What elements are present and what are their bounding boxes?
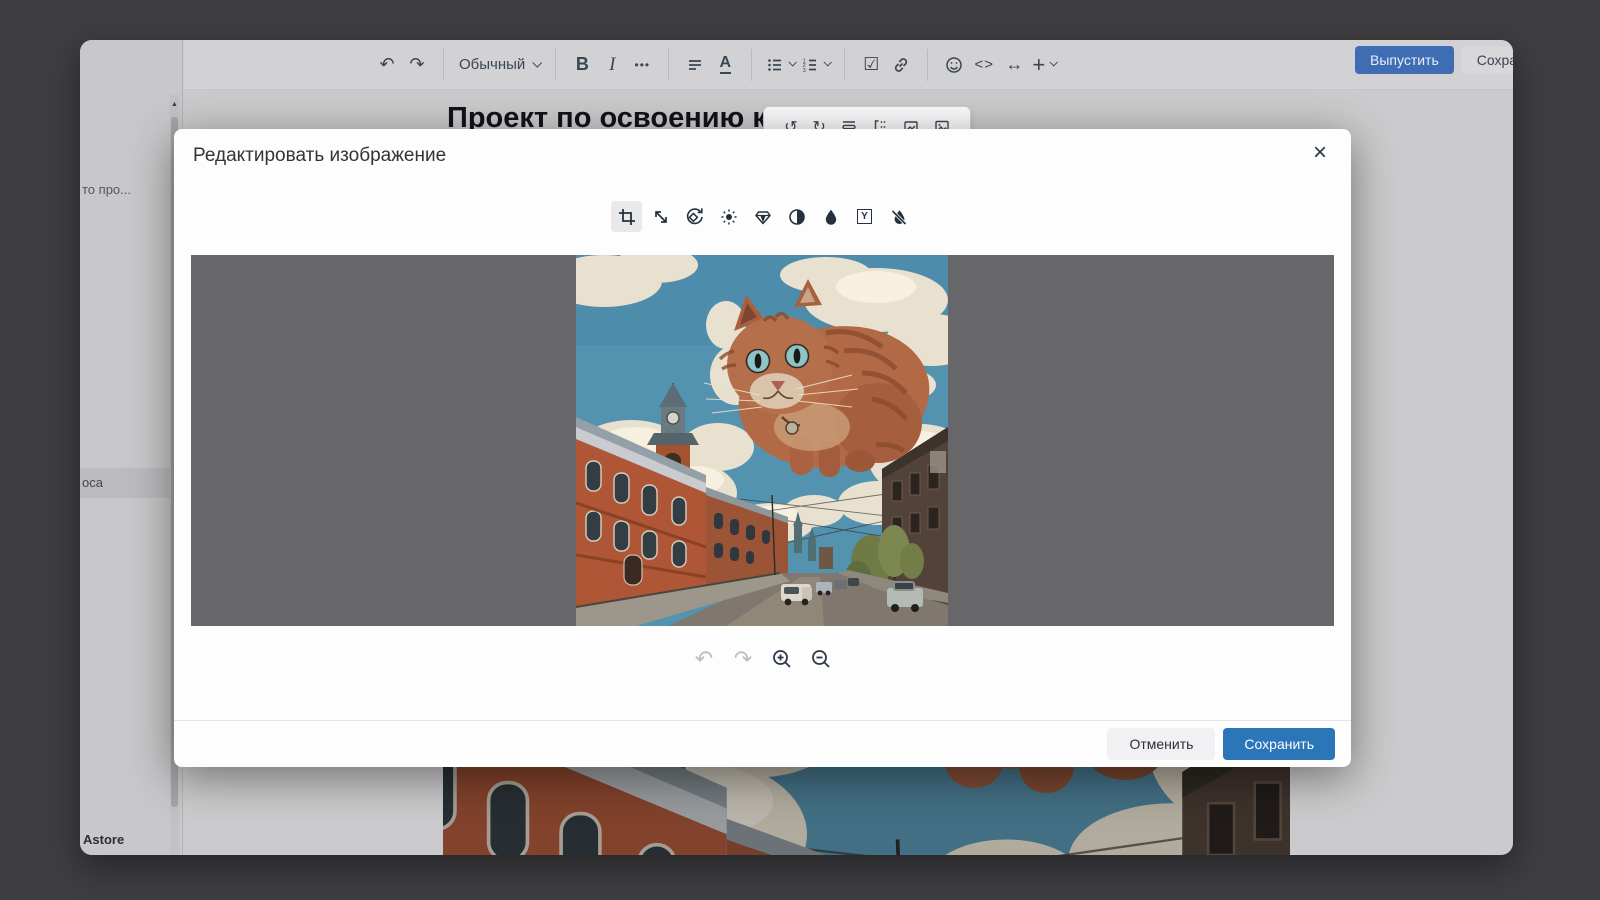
sidebar: то про... оса Astore ▲ <box>80 40 183 855</box>
numbered-list-icon: 1 2 3 <box>801 56 819 74</box>
crop-icon <box>618 208 636 226</box>
top-actions: Выпустить Сохранить <box>1355 46 1513 74</box>
zoom-out-button[interactable] <box>808 646 834 672</box>
svg-text:3: 3 <box>803 67 806 73</box>
align-button[interactable] <box>680 48 710 82</box>
edit-image-modal: Редактировать изображение × <box>174 129 1351 767</box>
redo-glyph: ↷ <box>409 54 424 75</box>
brightness-icon <box>720 208 738 226</box>
scroll-up-icon[interactable]: ▲ <box>170 95 179 108</box>
style-select-value: Обычный <box>459 56 525 73</box>
checkbox-list-button[interactable]: ☑ <box>856 48 886 82</box>
preview-nav-row: ↶ ↷ <box>174 646 1351 672</box>
modal-footer: Отменить Сохранить <box>174 720 1351 767</box>
publish-button[interactable]: Выпустить <box>1355 46 1454 74</box>
italic-button[interactable]: I <box>597 48 627 82</box>
code-button[interactable]: <> <box>969 48 999 82</box>
chevron-down-icon <box>1050 58 1058 66</box>
toolbar-divider <box>555 49 556 81</box>
droplet-icon <box>822 208 840 226</box>
preview-canvas <box>191 255 1334 626</box>
undo-icon[interactable]: ↶ <box>372 48 402 82</box>
undo-glyph: ↶ <box>379 54 394 75</box>
chevron-down-icon <box>533 57 543 67</box>
zoom-in-button[interactable] <box>769 646 795 672</box>
brightness-tool-button[interactable] <box>713 201 744 232</box>
gem-icon <box>754 208 772 226</box>
resize-tool-button[interactable] <box>645 201 676 232</box>
zoom-in-icon <box>771 648 793 670</box>
clarity-tool-button[interactable] <box>747 201 778 232</box>
more-formats-button[interactable]: ••• <box>627 48 657 82</box>
text-color-button[interactable]: A <box>710 48 740 82</box>
save-draft-button[interactable]: Сохранить <box>1462 46 1513 74</box>
link-icon <box>892 56 910 74</box>
toolbar-divider <box>927 49 928 81</box>
emoji-button[interactable] <box>939 48 969 82</box>
resize-icon <box>652 208 670 226</box>
rotate-icon <box>685 207 704 226</box>
full-width-button[interactable]: ↔ <box>999 48 1029 82</box>
rotate-tool-button[interactable] <box>679 201 710 232</box>
save-button[interactable]: Сохранить <box>1223 728 1335 760</box>
toolbar-divider <box>751 49 752 81</box>
emoji-icon <box>945 56 963 74</box>
saturation-tool-button[interactable] <box>815 201 846 232</box>
editor-toolbar: ↶ ↷ Обычный B I ••• A 1 2 <box>184 40 1513 90</box>
grayscale-icon: Y <box>857 209 872 224</box>
bullet-list-icon <box>766 56 784 74</box>
insert-block-button[interactable]: + <box>1029 48 1059 82</box>
crop-tool-button[interactable] <box>611 201 642 232</box>
sidebar-item-truncated[interactable]: то про... <box>82 182 174 197</box>
paragraph-style-select[interactable]: Обычный <box>455 56 544 73</box>
chevron-down-icon <box>789 58 797 66</box>
sidebar-footer-label: Astore <box>83 832 124 847</box>
document-image-block[interactable] <box>443 767 1290 855</box>
numbered-list-button[interactable]: 1 2 3 <box>798 48 833 82</box>
link-button[interactable] <box>886 48 916 82</box>
cancel-button[interactable]: Отменить <box>1107 728 1215 760</box>
toolbar-divider <box>668 49 669 81</box>
preview-image-cat-over-street[interactable] <box>576 255 948 626</box>
modal-title: Редактировать изображение <box>193 145 446 167</box>
bullet-list-button[interactable] <box>763 48 798 82</box>
blur-off-tool-button[interactable] <box>883 201 914 232</box>
contrast-tool-button[interactable] <box>781 201 812 232</box>
zoom-out-icon <box>810 648 832 670</box>
toolbar-divider <box>443 49 444 81</box>
droplet-off-icon <box>890 208 908 226</box>
close-icon[interactable]: × <box>1313 141 1327 165</box>
edit-redo-button[interactable]: ↷ <box>730 646 756 672</box>
contrast-icon <box>788 208 806 226</box>
image-tools-row: Y <box>174 201 1351 232</box>
text-color-icon: A <box>720 55 732 74</box>
grayscale-tool-button[interactable]: Y <box>849 201 880 232</box>
sidebar-item-selected[interactable]: оса <box>80 468 183 498</box>
edit-undo-button[interactable]: ↶ <box>691 646 717 672</box>
align-icon <box>686 56 704 74</box>
plus-icon: + <box>1032 52 1045 78</box>
bold-button[interactable]: B <box>567 48 597 82</box>
redo-icon[interactable]: ↷ <box>402 48 432 82</box>
chevron-down-icon <box>824 58 832 66</box>
toolbar-divider <box>844 49 845 81</box>
